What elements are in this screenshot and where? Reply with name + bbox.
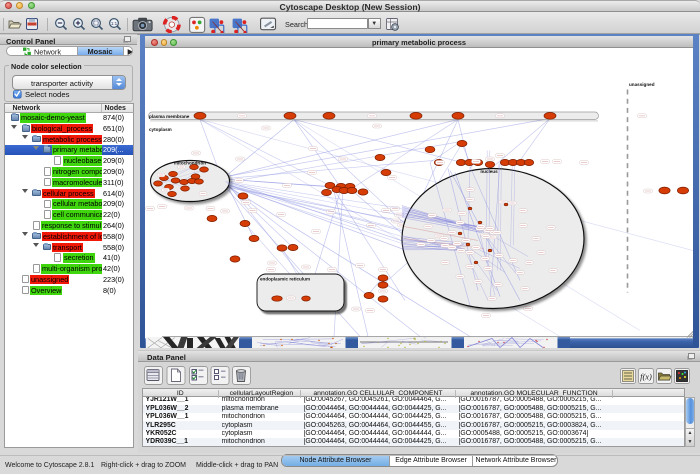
svg-text:f(x): f(x) [640,372,652,382]
svg-text:mitochondrion: mitochondrion [174,160,206,165]
svg-text:nucleus: nucleus [480,169,498,174]
svg-text:1:1: 1:1 [111,21,118,26]
svg-text:endoplasmic reticulum: endoplasmic reticulum [260,276,310,281]
svg-text:plasma membrane: plasma membrane [149,113,190,118]
svg-text:unassigned: unassigned [629,82,655,87]
svg-text:cytoplasm: cytoplasm [149,127,172,132]
